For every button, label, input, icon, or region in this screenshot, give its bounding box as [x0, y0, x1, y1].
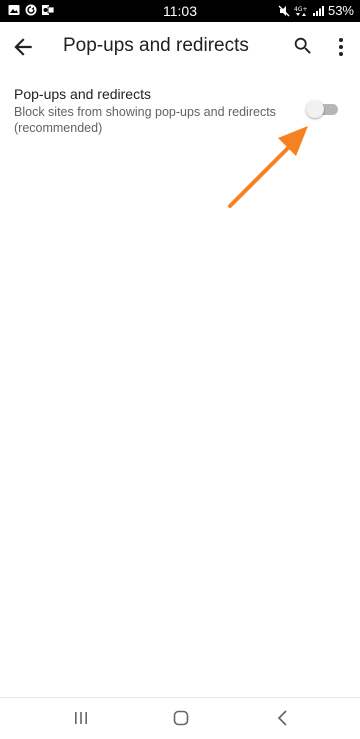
setting-title: Pop-ups and redirects: [14, 86, 151, 102]
toggle-thumb: [306, 100, 324, 118]
more-vert-icon[interactable]: [332, 35, 350, 59]
page-title: Pop-ups and redirects: [63, 35, 249, 56]
app-bar: Pop-ups and redirects: [0, 22, 360, 70]
status-right-icons: 4G+ 53%: [278, 3, 354, 18]
back-arrow-icon[interactable]: [10, 34, 36, 60]
orange-arrow-annotation-icon: [228, 126, 308, 208]
signal-4g-icon: 4G+: [294, 6, 308, 16]
recents-icon[interactable]: [73, 710, 89, 726]
home-icon[interactable]: [173, 710, 189, 726]
status-bar: 11:03 4G+ 53%: [0, 0, 360, 22]
battery-label: 53%: [327, 3, 354, 18]
cellular-signal-icon: [312, 5, 324, 16]
svg-text:4G+: 4G+: [294, 6, 308, 13]
search-icon[interactable]: [292, 35, 314, 57]
mute-icon: [278, 5, 290, 16]
back-icon[interactable]: [276, 709, 290, 727]
popups-toggle-switch[interactable]: [306, 100, 338, 118]
system-nav-bar: [0, 697, 360, 739]
